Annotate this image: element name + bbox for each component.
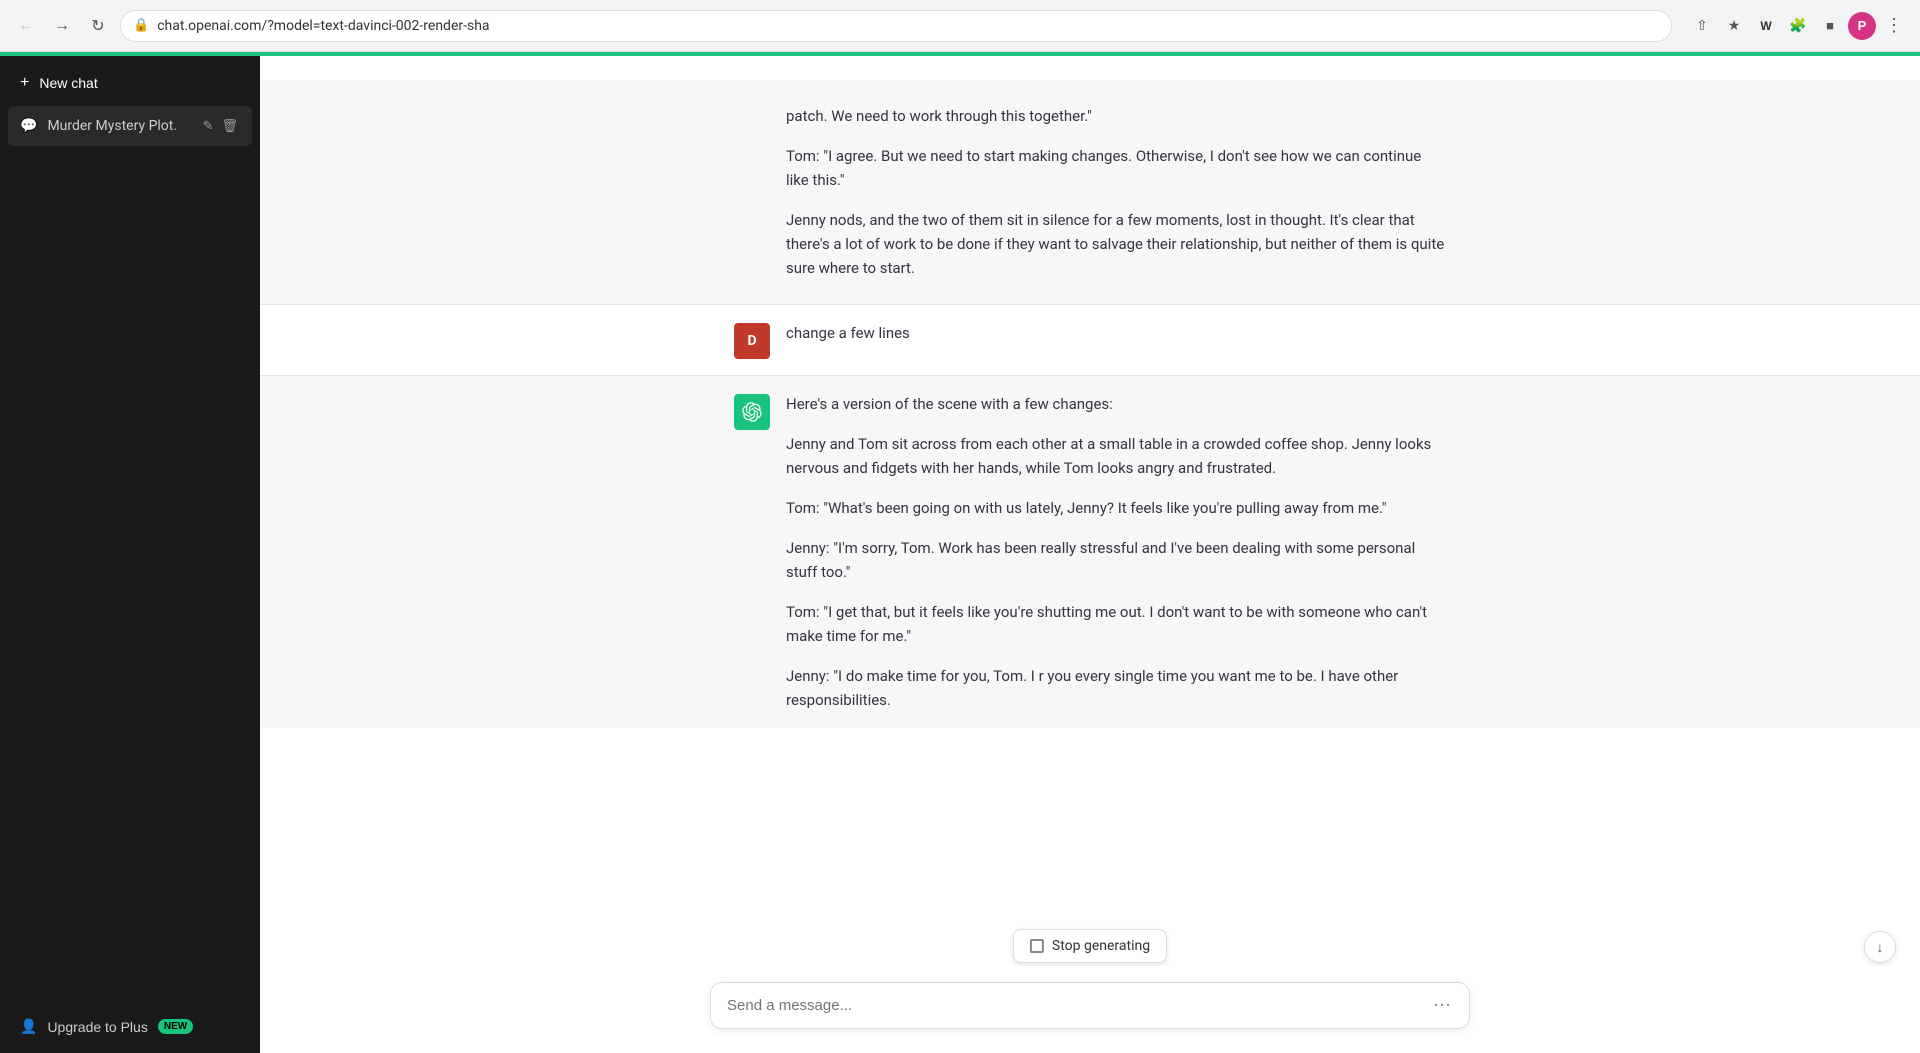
profile-button[interactable]: P <box>1848 12 1876 40</box>
chevron-down-icon: ↓ <box>1877 939 1884 955</box>
user-message-content: change a few lines <box>786 321 1446 345</box>
message-input[interactable] <box>727 997 1431 1014</box>
chat-messages: patch. We need to work through this toge… <box>260 56 1920 1053</box>
extension-1-button[interactable]: W <box>1752 12 1780 40</box>
scroll-down-button[interactable]: ↓ <box>1864 931 1896 963</box>
sidebar-bottom: 👤 Upgrade to Plus NEW <box>8 1008 252 1045</box>
new-chat-button[interactable]: + New chat <box>8 64 252 102</box>
assistant-p5: Jenny: "I do make time for you, Tom. I r… <box>786 664 1446 712</box>
reload-button[interactable]: ↻ <box>84 12 112 40</box>
chat-icon: 💬 <box>20 118 37 134</box>
assistant-p2: Tom: "What's been going on with us latel… <box>786 496 1446 520</box>
new-badge: NEW <box>158 1019 193 1034</box>
stop-generating-button[interactable]: Stop generating <box>1013 929 1167 963</box>
assistant-p1: Jenny and Tom sit across from each other… <box>786 432 1446 480</box>
upgrade-button[interactable]: 👤 Upgrade to Plus NEW <box>8 1008 252 1045</box>
input-actions: ⋯ <box>1431 993 1453 1018</box>
browser-bar: ← → ↻ 🔒 chat.openai.com/?model=text-davi… <box>0 0 1920 52</box>
upgrade-label: Upgrade to Plus <box>47 1019 147 1035</box>
input-area: ⋯ <box>260 966 1920 1053</box>
new-chat-label: New chat <box>39 75 97 91</box>
prior-text-p3: Jenny nods, and the two of them sit in s… <box>786 208 1446 280</box>
bookmark-button[interactable]: ★ <box>1720 12 1748 40</box>
user-avatar: D <box>734 323 770 359</box>
share-button[interactable]: ⇧ <box>1688 12 1716 40</box>
prior-assistant-block: patch. We need to work through this toge… <box>260 80 1920 304</box>
sidebar-item-murder-mystery[interactable]: 💬 Murder Mystery Plot. ✎ 🗑 <box>8 106 252 146</box>
stop-icon <box>1030 939 1044 953</box>
app-layout: + New chat 💬 Murder Mystery Plot. ✎ 🗑 👤 … <box>0 56 1920 1053</box>
input-container: ⋯ <box>710 982 1470 1029</box>
stop-generating-label: Stop generating <box>1052 938 1150 954</box>
main-content: patch. We need to work through this toge… <box>260 56 1920 1053</box>
extension-2-button[interactable]: 🧩 <box>1784 12 1812 40</box>
extension-3-button[interactable]: ■ <box>1816 12 1844 40</box>
chat-item-label: Murder Mystery Plot. <box>47 118 190 134</box>
browser-actions: ⇧ ★ W 🧩 ■ P ⋮ <box>1688 12 1908 40</box>
menu-button[interactable]: ⋮ <box>1880 12 1908 40</box>
sidebar: + New chat 💬 Murder Mystery Plot. ✎ 🗑 👤 … <box>0 56 260 1053</box>
address-bar[interactable]: 🔒 chat.openai.com/?model=text-davinci-00… <box>120 10 1672 42</box>
assistant-p3: Jenny: "I'm sorry, Tom. Work has been re… <box>786 536 1446 584</box>
delete-button[interactable]: 🗑 <box>219 116 240 136</box>
more-options-button[interactable]: ⋯ <box>1431 993 1453 1018</box>
plus-icon: + <box>20 74 29 92</box>
assistant-avatar <box>734 394 770 430</box>
url-text: chat.openai.com/?model=text-davinci-002-… <box>157 18 1659 34</box>
assistant-message-content: Here's a version of the scene with a few… <box>786 392 1446 712</box>
user-message-block: D change a few lines <box>260 305 1920 375</box>
back-button[interactable]: ← <box>12 12 40 40</box>
user-icon: 👤 <box>20 1018 37 1035</box>
prior-text-p1: patch. We need to work through this toge… <box>786 104 1446 128</box>
rename-button[interactable]: ✎ <box>201 116 216 136</box>
chat-item-actions: ✎ 🗑 <box>201 116 240 136</box>
assistant-message-block: Here's a version of the scene with a few… <box>260 376 1920 728</box>
lock-icon: 🔒 <box>133 18 149 33</box>
user-message-inner: D change a few lines <box>710 321 1470 359</box>
assistant-p4: Tom: "I get that, but it feels like you'… <box>786 600 1446 648</box>
prior-text-p2: Tom: "I agree. But we need to start maki… <box>786 144 1446 192</box>
assistant-intro: Here's a version of the scene with a few… <box>786 392 1446 416</box>
forward-button[interactable]: → <box>48 12 76 40</box>
assistant-message-inner: Here's a version of the scene with a few… <box>710 392 1470 712</box>
user-message-text: change a few lines <box>786 321 1446 345</box>
